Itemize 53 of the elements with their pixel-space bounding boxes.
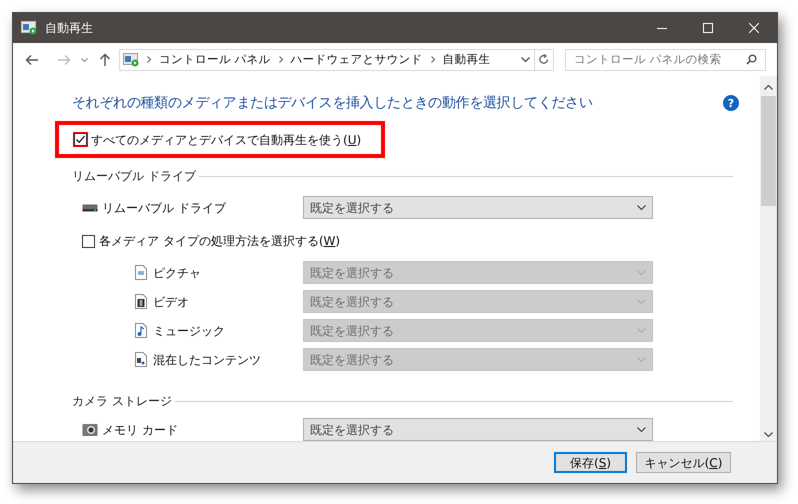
refresh-icon[interactable]	[539, 54, 549, 65]
section-title: カメラ ストレージ	[72, 393, 172, 410]
chevron-down-icon	[637, 328, 646, 333]
checkbox[interactable]	[74, 133, 87, 146]
checkbox[interactable]	[82, 234, 95, 248]
checkbox-label[interactable]: 各メディア タイプの処理方法を選択する(W)	[99, 232, 340, 250]
media-type-label: ピクチャ	[153, 264, 201, 282]
breadcrumb[interactable]: ハードウェアとサウンド	[290, 50, 423, 68]
scrollbar-thumb[interactable]	[761, 96, 776, 206]
address-bar[interactable]: コントロール パネル ハードウェアとサウンド 自動再生	[119, 48, 554, 70]
checkbox-label[interactable]: すべてのメディアとデバイスで自動再生を使う(U)	[91, 130, 362, 148]
chevron-down-icon[interactable]	[521, 57, 530, 62]
media-type-label: ビデオ	[153, 294, 189, 310]
film-file-icon	[135, 294, 147, 309]
dropdown[interactable]: 既定を選択する	[303, 196, 653, 219]
help-button[interactable]: ?	[723, 95, 739, 111]
media-type-label: 混在したコンテンツ	[153, 352, 261, 368]
maximize-icon	[703, 23, 713, 33]
window-title: 自動再生	[45, 20, 93, 37]
device-label: リムーバブル ドライブ	[102, 200, 226, 216]
dialog-button[interactable]: キャンセル(C)	[636, 452, 731, 473]
drive-icon	[82, 204, 98, 212]
close-icon	[749, 23, 759, 33]
scrollbar[interactable]	[760, 76, 777, 441]
mixed-file-icon	[135, 352, 147, 367]
chevron-down-icon	[637, 427, 646, 432]
section-title: リムーバブル ドライブ	[72, 168, 196, 185]
chevron-down-icon[interactable]	[81, 58, 88, 62]
back-arrow-icon[interactable]	[25, 54, 39, 66]
dropdown[interactable]: 既定を選択する	[303, 418, 653, 441]
chevron-right-icon	[278, 56, 283, 63]
chevron-right-icon	[430, 56, 435, 63]
camera-icon	[82, 422, 98, 436]
scroll-down-icon[interactable]	[764, 432, 773, 437]
media-type-label: ミュージック	[153, 322, 225, 340]
search-field[interactable]: コントロール パネルの検索	[565, 48, 766, 70]
chevron-down-icon	[637, 205, 646, 210]
chevron-down-icon	[637, 299, 646, 304]
chevron-down-icon	[637, 270, 646, 275]
page-heading: それぞれの種類のメディアまたはデバイスを挿入したときの動作を選択してください	[72, 94, 593, 112]
up-arrow-icon[interactable]	[99, 53, 111, 66]
picture-file-icon	[135, 265, 147, 280]
autoplay-icon	[21, 21, 37, 35]
search-icon[interactable]	[746, 54, 757, 65]
chevron-right-icon	[147, 56, 151, 63]
chevron-down-icon	[637, 357, 646, 362]
dialog-button[interactable]: 保存(S)	[554, 452, 627, 473]
autoplay-icon	[123, 52, 139, 66]
breadcrumb[interactable]: コントロール パネル	[159, 50, 271, 68]
breadcrumb[interactable]: 自動再生	[442, 50, 491, 68]
scroll-up-icon[interactable]	[764, 85, 773, 90]
music-file-icon	[135, 323, 147, 338]
device-label: メモリ カード	[102, 422, 178, 438]
